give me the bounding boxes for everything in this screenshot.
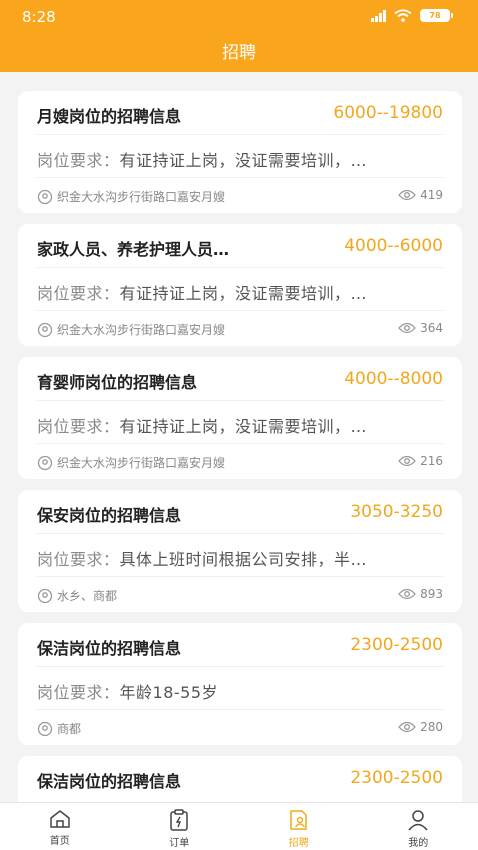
tab-orders[interactable]: 订单: [120, 803, 240, 850]
requirement-text: 具体上班时间根据公司安排，半…: [119, 550, 368, 569]
job-requirement: 岗位要求：有证持证上岗，没证需要培训，…: [37, 147, 367, 171]
wifi-icon: [394, 9, 412, 22]
job-salary: 3050-3250: [350, 502, 443, 522]
requirement-text: 有证持证上岗，没证需要培训，…: [119, 151, 368, 170]
requirement-label: 岗位要求：: [37, 151, 120, 170]
job-salary: 4000--6000: [344, 236, 443, 256]
view-count: 280: [420, 720, 443, 734]
signal-icon: [371, 9, 386, 22]
eye-icon: [398, 721, 416, 733]
job-views: 280: [398, 720, 443, 734]
tab-label: 订单: [169, 838, 190, 849]
battery-icon: 78: [420, 9, 453, 22]
eye-icon: [398, 189, 416, 201]
tab-label: 我的: [408, 838, 429, 849]
requirement-label: 岗位要求：: [37, 417, 120, 436]
divider: [37, 533, 443, 534]
job-title: 保安岗位的招聘信息: [37, 506, 182, 525]
job-title: 月嫂岗位的招聘信息: [37, 107, 182, 126]
tab-home[interactable]: 首页: [0, 803, 120, 850]
location-icon: [37, 721, 53, 737]
requirement-label: 岗位要求：: [37, 683, 120, 702]
page-title: 招聘: [222, 43, 256, 63]
job-location: 织金大水沟步行街路口嘉安月嫂: [37, 188, 225, 205]
divider: [37, 134, 443, 135]
job-requirement: 岗位要求：具体上班时间根据公司安排，半…: [37, 546, 367, 570]
view-count: 216: [420, 454, 443, 468]
status-icons: 78: [371, 9, 453, 22]
location-text: 商都: [57, 722, 82, 736]
divider: [37, 177, 443, 178]
divider: [37, 576, 443, 577]
eye-icon: [398, 322, 416, 334]
job-views: 419: [398, 188, 443, 202]
order-icon: [169, 809, 189, 831]
job-location: 水乡、商都: [37, 587, 117, 604]
job-card[interactable]: 保安岗位的招聘信息 3050-3250 岗位要求：具体上班时间根据公司安排，半……: [18, 490, 462, 612]
tab-bar: 首页 订单 招聘 我的: [0, 802, 478, 850]
job-location: 织金大水沟步行街路口嘉安月嫂: [37, 454, 225, 471]
status-bar: 8:28 78: [0, 0, 478, 34]
job-title: 家政人员、养老护理人员…: [37, 240, 230, 259]
tab-label: 招聘: [288, 838, 309, 849]
job-views: 216: [398, 454, 443, 468]
location-icon: [37, 322, 53, 338]
view-count: 893: [420, 587, 443, 601]
job-card[interactable]: 保洁岗位的招聘信息 2300-2500 岗位要求：年龄18-55岁 商都 280: [18, 623, 462, 745]
location-text: 织金大水沟步行街路口嘉安月嫂: [57, 190, 226, 204]
job-card[interactable]: 育婴师岗位的招聘信息 4000--8000 岗位要求：有证持证上岗，没证需要培训…: [18, 357, 462, 479]
requirement-text: 有证持证上岗，没证需要培训，…: [119, 417, 368, 436]
job-card[interactable]: 家政人员、养老护理人员… 4000--6000 岗位要求：有证持证上岗，没证需要…: [18, 224, 462, 346]
job-requirement: 岗位要求：年龄18-55岁: [37, 679, 218, 703]
location-icon: [37, 588, 53, 604]
job-title: 育婴师岗位的招聘信息: [37, 373, 198, 392]
divider: [37, 666, 443, 667]
location-text: 织金大水沟步行街路口嘉安月嫂: [57, 456, 226, 470]
requirement-text: 有证持证上岗，没证需要培训，…: [119, 284, 368, 303]
requirement-label: 岗位要求：: [37, 550, 120, 569]
status-time: 8:28: [22, 8, 56, 26]
location-text: 水乡、商都: [57, 589, 118, 603]
job-requirement: 岗位要求：有证持证上岗，没证需要培训，…: [37, 413, 367, 437]
eye-icon: [398, 455, 416, 467]
divider: [37, 400, 443, 401]
job-views: 364: [398, 321, 443, 335]
divider: [37, 443, 443, 444]
job-salary: 2300-2500: [350, 635, 443, 655]
divider: [37, 310, 443, 311]
recruit-icon: [288, 809, 310, 831]
job-views: 893: [398, 587, 443, 601]
app-header: 8:28 78 招聘: [0, 0, 478, 72]
job-location: 商都: [37, 720, 81, 737]
job-title: 保洁岗位的招聘信息: [37, 772, 182, 791]
requirement-label: 岗位要求：: [37, 284, 120, 303]
job-salary: 2300-2500: [350, 768, 443, 788]
view-count: 364: [420, 321, 443, 335]
job-card[interactable]: 月嫂岗位的招聘信息 6000--19800 岗位要求：有证持证上岗，没证需要培训…: [18, 91, 462, 213]
view-count: 419: [420, 188, 443, 202]
tab-recruit[interactable]: 招聘: [239, 803, 359, 850]
location-icon: [37, 189, 53, 205]
divider: [37, 709, 443, 710]
job-salary: 4000--8000: [344, 369, 443, 389]
job-salary: 6000--19800: [333, 103, 443, 123]
profile-icon: [407, 809, 429, 831]
tab-profile[interactable]: 我的: [359, 803, 478, 850]
location-text: 织金大水沟步行街路口嘉安月嫂: [57, 323, 226, 337]
eye-icon: [398, 588, 416, 600]
job-location: 织金大水沟步行街路口嘉安月嫂: [37, 321, 225, 338]
requirement-text: 年龄18-55岁: [119, 683, 219, 702]
divider: [37, 267, 443, 268]
job-title: 保洁岗位的招聘信息: [37, 639, 182, 658]
home-icon: [49, 809, 71, 829]
tab-label: 首页: [49, 836, 70, 847]
location-icon: [37, 455, 53, 471]
job-requirement: 岗位要求：有证持证上岗，没证需要培训，…: [37, 280, 367, 304]
